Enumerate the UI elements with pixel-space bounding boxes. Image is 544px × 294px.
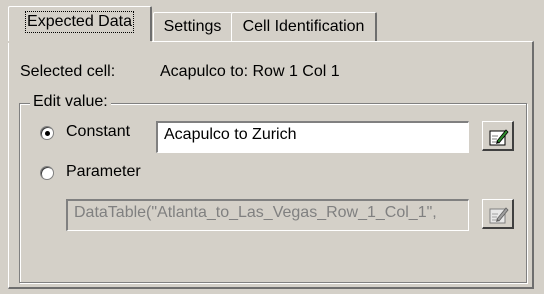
tab-label: Cell Identification (242, 18, 365, 35)
parameter-label[interactable]: Parameter (66, 163, 141, 181)
tab-label: Expected Data (25, 11, 134, 33)
radio-selected-dot (45, 131, 50, 136)
constant-value-input[interactable]: Acapulco to Zurich (156, 121, 469, 153)
tab-settings[interactable]: Settings (153, 12, 233, 41)
tab-label: Settings (163, 18, 222, 35)
edit-value-legend: Edit value: (30, 93, 111, 111)
parameter-edit-button[interactable] (482, 199, 514, 229)
selected-cell-label: Selected cell: (20, 63, 116, 80)
constant-edit-button[interactable] (482, 121, 514, 151)
constant-label[interactable]: Constant (66, 123, 130, 141)
edit-icon (489, 207, 509, 224)
selected-cell-value: Acapulco to: Row 1 Col 1 (160, 63, 340, 80)
constant-radio[interactable] (40, 126, 54, 140)
parameter-radio[interactable] (40, 166, 54, 180)
parameter-value-input[interactable]: DataTable("Atlanta_to_Las_Vegas_Row_1_Co… (66, 199, 469, 231)
edit-icon (489, 129, 509, 146)
tab-expected-data[interactable]: Expected Data (8, 6, 152, 43)
tab-cell-identification[interactable]: Cell Identification (231, 12, 377, 41)
